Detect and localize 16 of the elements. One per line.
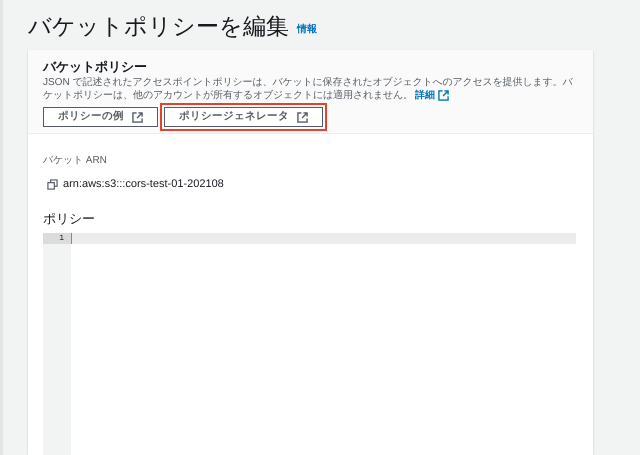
copy-icon[interactable]	[47, 178, 58, 190]
code-editor[interactable]: 1	[43, 232, 576, 455]
arn-label: バケット ARN	[43, 154, 108, 167]
page-title: バケットポリシーを編集	[28, 12, 289, 40]
external-link-icon	[297, 112, 308, 122]
policy-button[interactable]: ポリシーの例	[43, 107, 158, 127]
info-link[interactable]: 情報	[297, 22, 317, 37]
line-number: 1	[43, 232, 71, 244]
details-link[interactable]: 詳細	[415, 89, 449, 102]
external-link-icon	[438, 90, 449, 101]
panel-title: バケットポリシー	[43, 58, 148, 76]
policy-label: ポリシー	[43, 210, 96, 226]
policy-button[interactable]: ポリシージェネレータ	[164, 107, 323, 127]
panel-description: JSON で記述されたアクセスポイントポリシーは、バケットに保存されたオブジェクトへのアクセスを提供します。バケットポリシーは、他のアカウントが所有するオブジェクトには適用されません。 詳細	[43, 76, 574, 102]
arn-value: arn:aws:s3:::cors-test-01-202108	[63, 177, 224, 192]
external-link-icon	[132, 112, 143, 122]
